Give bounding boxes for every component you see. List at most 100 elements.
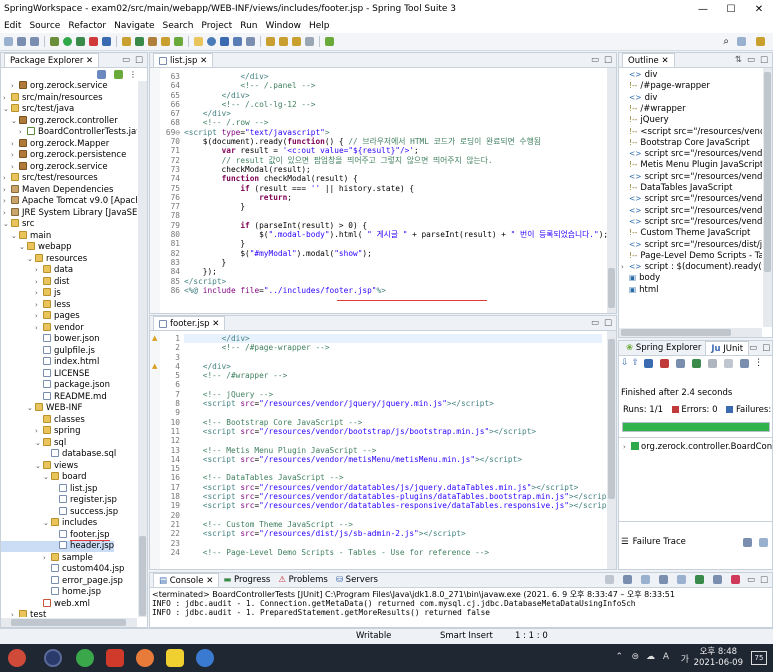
warning-icon[interactable]: ▲ <box>152 362 157 370</box>
remove-launch-icon[interactable] <box>622 575 632 584</box>
minimize-icon[interactable]: ▭ <box>749 343 757 353</box>
outline-item[interactable]: !-- DataTables JavaScript <box>619 182 732 193</box>
outline-item[interactable]: <>script src="/resources/dist/js/sb-admi… <box>619 239 762 250</box>
maximize-icon[interactable]: □ <box>604 318 612 328</box>
tree-item[interactable]: ⌄ webapp <box>1 242 72 253</box>
java-perspective-icon[interactable] <box>756 37 765 46</box>
menu-help[interactable]: Help <box>309 21 330 31</box>
menu-project[interactable]: Project <box>201 21 232 31</box>
forward-icon[interactable] <box>305 37 314 46</box>
outline-tab[interactable]: Outline ✕ <box>622 53 675 67</box>
scroll-thumb[interactable] <box>11 619 126 626</box>
scroll-thumb[interactable] <box>139 536 146 616</box>
outline-item[interactable]: <> div <box>619 69 657 80</box>
expand-icon[interactable]: › <box>35 265 43 276</box>
expand-icon[interactable]: › <box>11 610 19 617</box>
tree-item[interactable]: bower.json <box>1 334 100 345</box>
outline-item[interactable]: <>script src="/resources/vendor/datatabl <box>619 193 762 204</box>
tree-item[interactable]: LICENSE <box>1 368 90 380</box>
tab-junit[interactable]: Ju JUnit <box>705 341 750 355</box>
server-icon[interactable] <box>102 37 111 46</box>
tree-item[interactable]: footer.jsp <box>1 529 110 541</box>
expand-icon[interactable]: › <box>35 300 43 311</box>
tray-up-icon[interactable]: ⌃ <box>615 652 623 662</box>
console-output[interactable]: INFO : jdbc.audit - 1. Connection.getMet… <box>152 599 636 617</box>
close-icon[interactable]: ✕ <box>86 56 93 66</box>
outline-item[interactable]: <>script src="/resources/vendor/metisMe <box>619 171 762 182</box>
tree-item[interactable]: › pages <box>1 311 80 322</box>
tree-item[interactable]: ⌄ org.zerock.controller <box>1 115 118 127</box>
quick-access-search-icon[interactable]: ⌕ <box>723 36 729 47</box>
save-icon[interactable] <box>17 37 26 46</box>
outline-item[interactable]: !-- jQuery <box>619 114 669 125</box>
tree-item[interactable]: › src/test/resources <box>1 173 98 184</box>
menu-run[interactable]: Run <box>240 21 257 31</box>
menu-window[interactable]: Window <box>265 21 301 31</box>
menu-source[interactable]: Source <box>29 21 60 31</box>
run-icon[interactable] <box>63 37 72 46</box>
prev-failure-icon[interactable]: ⇧ <box>632 358 640 368</box>
notification-icon[interactable]: 75 <box>751 651 767 665</box>
app-icon-5[interactable] <box>136 649 154 667</box>
scroll-lock-icon[interactable] <box>658 575 668 584</box>
expand-icon[interactable]: ⌄ <box>11 231 19 242</box>
tree-item[interactable]: package.json <box>1 380 110 391</box>
tree-item[interactable]: ⌄ src <box>1 219 34 230</box>
debug-icon[interactable] <box>50 37 59 46</box>
sort-icon[interactable]: ⇅ <box>735 55 742 65</box>
outline-item[interactable]: !--Page-Level Demo Scripts - Tables - U <box>619 250 762 261</box>
tree-item[interactable]: ⌄ resources <box>1 253 87 265</box>
tree-item[interactable]: ⌄ views <box>1 460 78 472</box>
package-explorer-vscrollbar[interactable] <box>138 81 147 617</box>
editor-vscrollbar[interactable] <box>607 68 616 313</box>
tree-item[interactable]: README.md <box>1 391 107 403</box>
display-console-icon[interactable] <box>730 575 740 584</box>
outline-item[interactable]: <>script src="/resources/vendor/datatabl <box>619 216 762 227</box>
menu-edit[interactable]: Edit <box>4 21 21 31</box>
globe-icon[interactable] <box>207 37 216 46</box>
scroll-thumb[interactable] <box>764 72 771 272</box>
tray-clock[interactable]: 오후 8:48 2021-06-09 <box>694 647 743 669</box>
app-icon-2[interactable] <box>44 649 62 667</box>
expand-icon[interactable]: ⌄ <box>35 438 43 449</box>
expand-icon[interactable]: ⌄ <box>43 518 51 529</box>
expand-icon[interactable]: ⌄ <box>3 219 11 230</box>
show-skipped-icon[interactable] <box>660 358 670 368</box>
save-all-icon[interactable] <box>30 37 39 46</box>
minimize-icon[interactable]: ▭ <box>591 55 599 65</box>
expand-icon[interactable]: › <box>3 173 11 184</box>
maximize-icon[interactable]: □ <box>762 343 770 353</box>
tree-item[interactable]: › org.zerock.service <box>1 161 108 173</box>
stop-icon[interactable] <box>724 358 734 368</box>
open-folder-icon[interactable] <box>194 37 203 46</box>
app-icon-4[interactable] <box>106 649 124 667</box>
close-icon[interactable]: ✕ <box>661 56 668 66</box>
expand-icon[interactable]: ⌄ <box>35 461 43 472</box>
tree-item[interactable]: ⌄ main <box>1 230 51 242</box>
outline-hscrollbar[interactable] <box>619 328 762 337</box>
tree-item[interactable]: › org.zerock.Mapper <box>1 138 109 150</box>
expand-icon[interactable]: ⌄ <box>27 254 35 265</box>
outline-item[interactable]: !-- Bootstrap Core JavaScript <box>619 137 750 148</box>
test-tree-item[interactable]: ›org.zerock.controller.BoardControllerT <box>623 442 772 452</box>
tray-lang[interactable]: 가 <box>681 652 689 665</box>
expand-icon[interactable]: › <box>35 323 43 334</box>
pin-console-icon[interactable] <box>694 575 704 584</box>
expand-icon[interactable]: › <box>11 162 19 173</box>
warning-icon[interactable]: ▲ <box>152 334 157 342</box>
menu-search[interactable]: Search <box>163 21 194 31</box>
tree-item[interactable]: classes <box>1 414 85 426</box>
tree-item[interactable]: register.jsp <box>1 495 117 506</box>
tree-item[interactable]: › test <box>1 610 46 617</box>
outline-item[interactable]: !-- Custom Theme JavaScript <box>619 227 750 238</box>
maximize-button[interactable]: ☐ <box>717 0 745 18</box>
expand-icon[interactable]: › <box>35 288 43 299</box>
compare-icon[interactable] <box>759 537 768 547</box>
tree-item[interactable]: ⌄ includes <box>1 518 97 529</box>
menu-refactor[interactable]: Refactor <box>68 21 106 31</box>
new-package-icon[interactable] <box>122 37 131 46</box>
open-console-icon[interactable] <box>712 575 722 584</box>
tab-list-jsp[interactable]: list.jsp ✕ <box>153 53 214 67</box>
link-editor-icon[interactable] <box>114 70 123 79</box>
view-menu-icon[interactable]: ⋮ <box>129 70 137 79</box>
